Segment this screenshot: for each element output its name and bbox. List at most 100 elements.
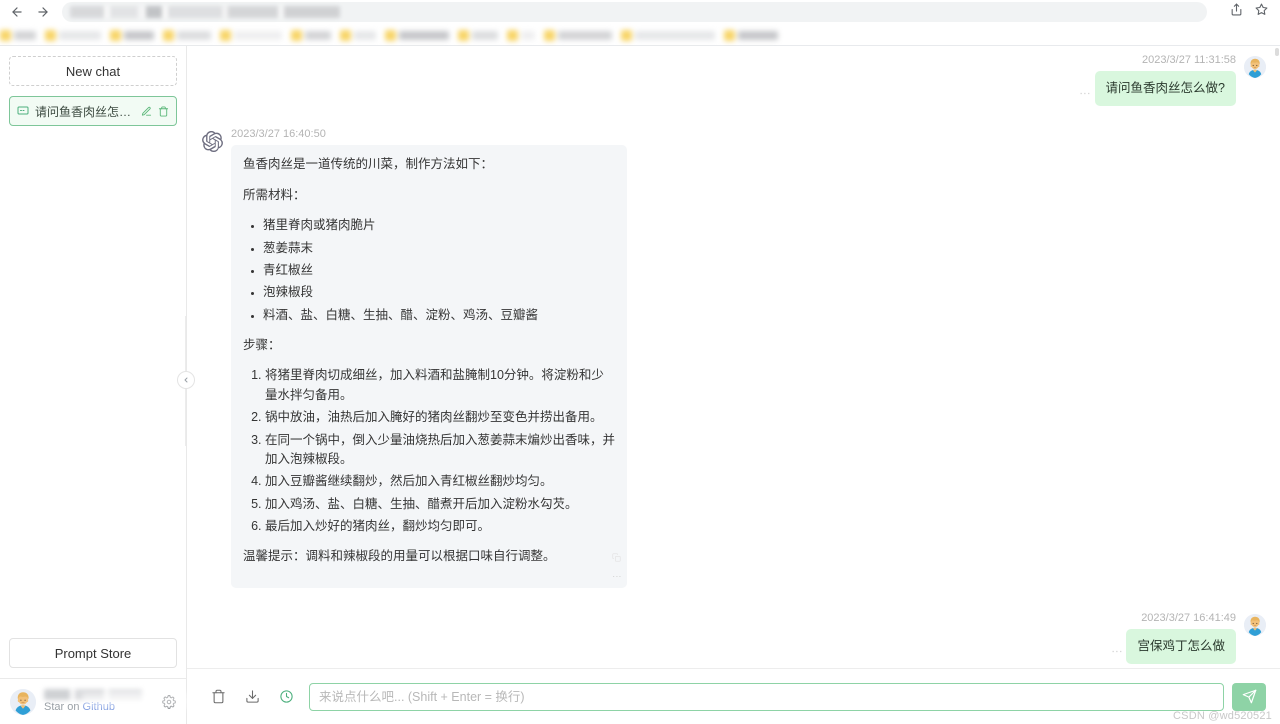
scrollbar-thumb[interactable] bbox=[1275, 48, 1279, 56]
list-item: 青红椒丝 bbox=[263, 261, 615, 280]
app-root: New chat 请问鱼香肉丝怎么... Prompt Store bbox=[0, 46, 1280, 724]
bookmark-star-icon[interactable] bbox=[1255, 3, 1268, 21]
bookmark-label-redacted bbox=[558, 31, 612, 40]
assistant-avatar-icon bbox=[201, 130, 223, 152]
message-timestamp: 2023/3/27 11:31:58 bbox=[1142, 54, 1236, 66]
list-item: 锅中放油，油热后加入腌好的猪肉丝翻炒至变色并捞出备用。 bbox=[265, 408, 615, 427]
bookmark-item[interactable] bbox=[340, 30, 376, 41]
chat-list-item[interactable]: 请问鱼香肉丝怎么... bbox=[9, 96, 177, 126]
message-list[interactable]: 2023/3/27 11:31:58 ⋮ 请问鱼香肉丝怎么做? bbox=[187, 46, 1280, 668]
sidebar-bottom: Prompt Store bbox=[0, 638, 186, 724]
folder-icon bbox=[385, 30, 396, 41]
bookmark-item[interactable] bbox=[220, 30, 282, 41]
clear-conversation-icon[interactable] bbox=[201, 680, 235, 714]
folder-icon bbox=[544, 30, 555, 41]
assistant-intro: 鱼香肉丝是一道传统的川菜，制作方法如下： bbox=[243, 155, 615, 174]
folder-icon bbox=[0, 30, 11, 41]
composer bbox=[187, 668, 1280, 724]
user-meta: Star on Github bbox=[44, 687, 154, 717]
folder-icon bbox=[458, 30, 469, 41]
list-item: 加入鸡汤、盐、白糖、生抽、醋煮开后加入淀粉水勾芡。 bbox=[265, 495, 615, 514]
prompt-store-button[interactable]: Prompt Store bbox=[9, 638, 177, 668]
message-timestamp: 2023/3/27 16:40:50 bbox=[231, 128, 326, 140]
folder-icon bbox=[724, 30, 735, 41]
address-bar[interactable] bbox=[62, 2, 1207, 22]
list-item: 葱姜蒜末 bbox=[263, 239, 615, 258]
watermark: CSDN @wd520521 bbox=[1173, 710, 1272, 722]
history-icon[interactable] bbox=[269, 680, 303, 714]
folder-icon bbox=[621, 30, 632, 41]
copy-icon[interactable] bbox=[612, 549, 621, 568]
download-icon[interactable] bbox=[235, 680, 269, 714]
message-menu-icon[interactable]: ⋮ bbox=[1110, 646, 1121, 664]
prompt-store-wrap: Prompt Store bbox=[0, 638, 186, 678]
folder-icon bbox=[110, 30, 121, 41]
list-item: 在同一个锅中，倒入少量油烧热后加入葱姜蒜末煸炒出香味，并加入泡辣椒段。 bbox=[265, 431, 615, 470]
bubble-row: ⋮ 宫保鸡丁怎么做 bbox=[1110, 629, 1236, 664]
bookmark-label-redacted bbox=[177, 31, 211, 40]
bookmark-item[interactable] bbox=[544, 30, 612, 41]
bookmarks-redacted bbox=[0, 28, 572, 42]
avatar[interactable] bbox=[10, 689, 36, 715]
bookmark-label-redacted bbox=[738, 31, 778, 40]
browser-toolbar-icons bbox=[1230, 0, 1274, 24]
chat-input[interactable] bbox=[309, 683, 1224, 711]
bookmark-item[interactable] bbox=[291, 30, 331, 41]
scrollbar-track[interactable] bbox=[1274, 46, 1280, 668]
bookmark-item[interactable] bbox=[458, 30, 498, 41]
chat-list: 请问鱼香肉丝怎么... bbox=[0, 86, 186, 638]
bookmark-item[interactable] bbox=[163, 30, 211, 41]
message-menu-icon[interactable]: ⋮ bbox=[1079, 88, 1090, 106]
message-bubble: 鱼香肉丝是一道传统的川菜，制作方法如下： 所需材料： 猪里脊肉或猪肉脆片 葱姜蒜… bbox=[231, 145, 627, 587]
steps-list: 将猪里脊肉切成细丝，加入料酒和盐腌制10分钟。将淀粉和少量水拌匀备用。 锅中放油… bbox=[243, 366, 615, 536]
browser-toolbar bbox=[0, 0, 1280, 24]
bookmark-label-redacted bbox=[472, 31, 498, 40]
bookmark-item[interactable] bbox=[110, 30, 154, 41]
back-icon[interactable] bbox=[4, 0, 30, 24]
new-chat-button[interactable]: New chat bbox=[9, 56, 177, 86]
bookmarks-bar[interactable] bbox=[0, 24, 1280, 46]
message-column: 2023/3/27 11:31:58 ⋮ 请问鱼香肉丝怎么做? bbox=[1079, 54, 1236, 106]
main-panel: 2023/3/27 11:31:58 ⋮ 请问鱼香肉丝怎么做? bbox=[187, 46, 1280, 724]
user-bar: Star on Github bbox=[0, 678, 186, 724]
message-bubble: 宫保鸡丁怎么做 bbox=[1126, 629, 1236, 664]
forward-icon[interactable] bbox=[30, 0, 56, 24]
gear-icon[interactable] bbox=[162, 695, 176, 709]
list-item: 加入豆瓣酱继续翻炒，然后加入青红椒丝翻炒均匀。 bbox=[265, 472, 615, 491]
message-menu-icon[interactable]: ⋮ bbox=[612, 572, 621, 582]
send-button[interactable] bbox=[1232, 683, 1266, 711]
bookmark-label-redacted bbox=[521, 31, 535, 40]
user-avatar bbox=[1244, 56, 1266, 78]
message-assistant: 2023/3/27 16:40:50 鱼香肉丝是一道传统的川菜，制作方法如下： … bbox=[201, 128, 1266, 587]
bookmark-item[interactable] bbox=[385, 30, 449, 41]
bookmark-label-redacted bbox=[14, 31, 36, 40]
folder-icon bbox=[163, 30, 174, 41]
folder-icon bbox=[507, 30, 518, 41]
list-item: 猪里脊肉或猪肉脆片 bbox=[263, 216, 615, 235]
sidebar-top: New chat bbox=[0, 46, 186, 86]
message-column: 2023/3/27 16:40:50 鱼香肉丝是一道传统的川菜，制作方法如下： … bbox=[231, 128, 627, 587]
folder-icon bbox=[291, 30, 302, 41]
bookmark-item[interactable] bbox=[621, 30, 715, 41]
chat-list-item-title: 请问鱼香肉丝怎么... bbox=[35, 103, 135, 120]
bookmark-item[interactable] bbox=[0, 30, 36, 41]
bookmark-label-redacted bbox=[234, 31, 282, 40]
bookmark-item[interactable] bbox=[507, 30, 535, 41]
bookmark-item[interactable] bbox=[45, 30, 101, 41]
bookmark-label-redacted bbox=[399, 31, 449, 40]
share-icon[interactable] bbox=[1230, 3, 1243, 21]
chat-delete-icon[interactable] bbox=[158, 106, 169, 117]
ingredients-list: 猪里脊肉或猪肉脆片 葱姜蒜末 青红椒丝 泡辣椒段 料酒、盐、白糖、生抽、醋、淀粉… bbox=[243, 216, 615, 325]
chat-edit-icon[interactable] bbox=[141, 106, 152, 117]
sidebar-collapse-handle[interactable] bbox=[177, 371, 195, 389]
user-name-redacted bbox=[44, 689, 142, 700]
message-bubble: 请问鱼香肉丝怎么做? bbox=[1095, 71, 1236, 106]
user-avatar bbox=[1244, 614, 1266, 636]
bookmark-item[interactable] bbox=[724, 30, 778, 41]
message-user: 2023/3/27 16:41:49 ⋮ 宫保鸡丁怎么做 bbox=[201, 612, 1266, 664]
star-on-github-prefix: Star on bbox=[44, 701, 83, 713]
star-on-github-link[interactable]: Star on Github bbox=[44, 701, 115, 713]
message-column: 2023/3/27 16:41:49 ⋮ 宫保鸡丁怎么做 bbox=[1110, 612, 1236, 664]
list-item: 将猪里脊肉切成细丝，加入料酒和盐腌制10分钟。将淀粉和少量水拌匀备用。 bbox=[265, 366, 615, 405]
ingredients-label: 所需材料： bbox=[243, 186, 615, 205]
